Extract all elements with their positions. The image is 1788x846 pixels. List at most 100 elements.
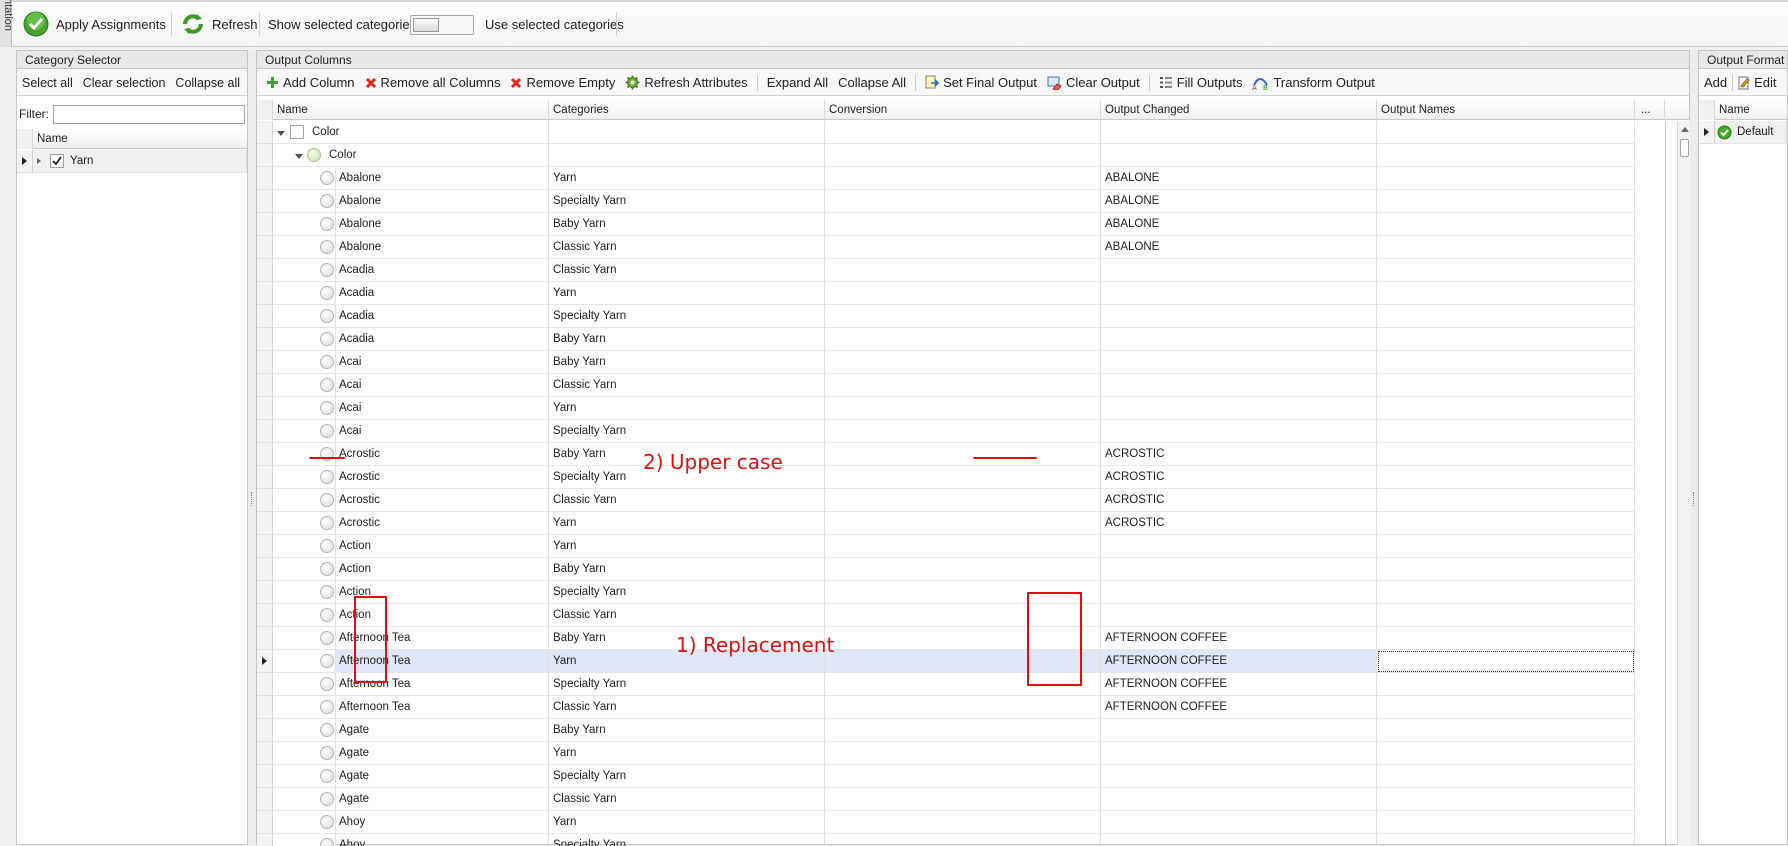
conversion-cell[interactable] xyxy=(825,765,1101,788)
output-names-cell[interactable] xyxy=(1377,167,1635,190)
add-column-button[interactable]: Add Column xyxy=(261,75,360,90)
collapse-all-button[interactable]: Collapse all xyxy=(170,76,245,90)
conversion-cell[interactable] xyxy=(825,466,1101,489)
expand-all-button[interactable]: Expand All xyxy=(762,75,833,90)
categories-cell[interactable] xyxy=(549,144,825,167)
conversion-cell[interactable] xyxy=(825,374,1101,397)
output-names-cell[interactable] xyxy=(1377,834,1635,846)
group-name-cell[interactable]: Color xyxy=(273,121,549,144)
name-cell[interactable]: Agate xyxy=(273,765,549,788)
output-names-cell[interactable] xyxy=(1377,742,1635,765)
categories-cell[interactable]: Baby Yarn xyxy=(549,213,825,236)
output-names-cell[interactable] xyxy=(1377,811,1635,834)
filter-input[interactable] xyxy=(53,105,245,124)
categories-cell[interactable]: Classic Yarn xyxy=(549,604,825,627)
checkbox-checked[interactable] xyxy=(50,154,64,168)
output-changed-cell[interactable]: ACROSTIC xyxy=(1101,489,1377,512)
conversion-cell[interactable] xyxy=(825,259,1101,282)
name-cell[interactable]: Ahoy xyxy=(273,834,549,846)
select-all-button[interactable]: Select all xyxy=(17,76,78,90)
name-cell[interactable]: Abalone xyxy=(273,213,549,236)
output-changed-cell[interactable] xyxy=(1101,834,1377,846)
table-row[interactable]: Action Baby Yarn xyxy=(257,558,1677,581)
table-row[interactable]: Action Specialty Yarn xyxy=(257,581,1677,604)
categories-cell[interactable]: Classic Yarn xyxy=(549,374,825,397)
output-names-cell[interactable] xyxy=(1377,190,1635,213)
name-cell[interactable]: Action xyxy=(273,535,549,558)
output-names-cell[interactable] xyxy=(1377,213,1635,236)
category-cell[interactable]: Yarn xyxy=(33,150,247,173)
output-names-cell[interactable] xyxy=(1377,650,1635,673)
output-names-cell[interactable] xyxy=(1377,236,1635,259)
category-row[interactable]: Yarn xyxy=(17,150,247,173)
table-row[interactable]: Ahoy Yarn xyxy=(257,811,1677,834)
categories-cell[interactable]: Yarn xyxy=(549,167,825,190)
categories-cell[interactable]: Specialty Yarn xyxy=(549,581,825,604)
table-row[interactable]: Acrostic Baby Yarn ACROSTIC xyxy=(257,443,1677,466)
right-splitter[interactable] xyxy=(1690,50,1698,845)
conversion-cell[interactable] xyxy=(825,811,1101,834)
category-name-column-header[interactable]: Name xyxy=(33,129,247,149)
categories-cell[interactable] xyxy=(549,121,825,144)
refresh-button[interactable]: Refresh xyxy=(180,10,258,38)
table-row[interactable]: Acai Yarn xyxy=(257,397,1677,420)
name-cell[interactable]: Abalone xyxy=(273,190,549,213)
output-changed-cell[interactable] xyxy=(1101,351,1377,374)
table-row[interactable]: Agate Classic Yarn xyxy=(257,788,1677,811)
transform-output-button[interactable]: A B Transform Output xyxy=(1247,75,1379,90)
table-row[interactable]: Acai Classic Yarn xyxy=(257,374,1677,397)
toggle-knob[interactable] xyxy=(413,18,439,32)
conversion-cell[interactable] xyxy=(825,558,1101,581)
output-changed-cell[interactable]: ABALONE xyxy=(1101,167,1377,190)
vertical-scrollbar[interactable] xyxy=(1677,121,1691,846)
output-changed-cell[interactable] xyxy=(1101,604,1377,627)
categories-cell[interactable]: Baby Yarn xyxy=(549,328,825,351)
output-changed-cell[interactable] xyxy=(1101,374,1377,397)
splitter-grip[interactable] xyxy=(251,492,253,506)
show-selected-categories-toggle[interactable] xyxy=(410,15,474,35)
output-changed-cell[interactable]: AFTERNOON COFFEE xyxy=(1101,696,1377,719)
output-changed-cell[interactable]: ACROSTIC xyxy=(1101,466,1377,489)
categories-cell[interactable]: Classic Yarn xyxy=(549,259,825,282)
table-row[interactable]: Acadia Classic Yarn xyxy=(257,259,1677,282)
categories-column-header[interactable]: Categories xyxy=(549,100,825,120)
conversion-cell[interactable] xyxy=(825,719,1101,742)
output-changed-cell[interactable] xyxy=(1101,259,1377,282)
format-name-column-header[interactable]: Name xyxy=(1715,100,1787,120)
name-cell[interactable]: Acadia xyxy=(273,282,549,305)
table-row[interactable]: Acrostic Yarn ACROSTIC xyxy=(257,512,1677,535)
output-names-cell[interactable] xyxy=(1377,282,1635,305)
output-names-column-header[interactable]: Output Names xyxy=(1377,100,1635,120)
output-changed-cell[interactable]: ACROSTIC xyxy=(1101,512,1377,535)
table-row[interactable]: Acadia Specialty Yarn xyxy=(257,305,1677,328)
more-columns-button[interactable]: ... xyxy=(1635,100,1665,120)
output-names-cell[interactable] xyxy=(1377,328,1635,351)
categories-cell[interactable]: Baby Yarn xyxy=(549,558,825,581)
table-row[interactable]: Acadia Baby Yarn xyxy=(257,328,1677,351)
output-changed-column-header[interactable]: Output Changed xyxy=(1101,100,1377,120)
table-row[interactable]: Afternoon Tea Baby Yarn AFTERNOON COFFEE xyxy=(257,627,1677,650)
group-row-level-2[interactable]: Color xyxy=(257,144,1677,167)
table-row[interactable]: Acai Specialty Yarn xyxy=(257,420,1677,443)
output-changed-cell[interactable]: AFTERNOON COFFEE xyxy=(1101,650,1377,673)
group-name-cell[interactable]: Color xyxy=(273,144,549,167)
categories-cell[interactable]: Classic Yarn xyxy=(549,489,825,512)
output-changed-cell[interactable] xyxy=(1101,282,1377,305)
name-cell[interactable]: Afternoon Tea xyxy=(273,650,549,673)
output-names-cell[interactable] xyxy=(1377,627,1635,650)
table-row[interactable]: Abalone Specialty Yarn ABALONE xyxy=(257,190,1677,213)
conversion-cell[interactable] xyxy=(825,167,1101,190)
output-changed-cell[interactable] xyxy=(1101,305,1377,328)
conversion-cell[interactable] xyxy=(825,696,1101,719)
name-cell[interactable]: Acadia xyxy=(273,328,549,351)
categories-cell[interactable]: Yarn xyxy=(549,512,825,535)
conversion-cell[interactable] xyxy=(825,282,1101,305)
output-names-cell[interactable] xyxy=(1377,305,1635,328)
output-names-cell[interactable] xyxy=(1377,719,1635,742)
conversion-cell[interactable] xyxy=(825,305,1101,328)
output-changed-cell[interactable] xyxy=(1101,719,1377,742)
table-row[interactable]: Acai Baby Yarn xyxy=(257,351,1677,374)
fill-outputs-button[interactable]: Fill Outputs xyxy=(1154,75,1248,90)
collapse-all-button[interactable]: Collapse All xyxy=(833,75,911,90)
name-cell[interactable]: Afternoon Tea xyxy=(273,673,549,696)
